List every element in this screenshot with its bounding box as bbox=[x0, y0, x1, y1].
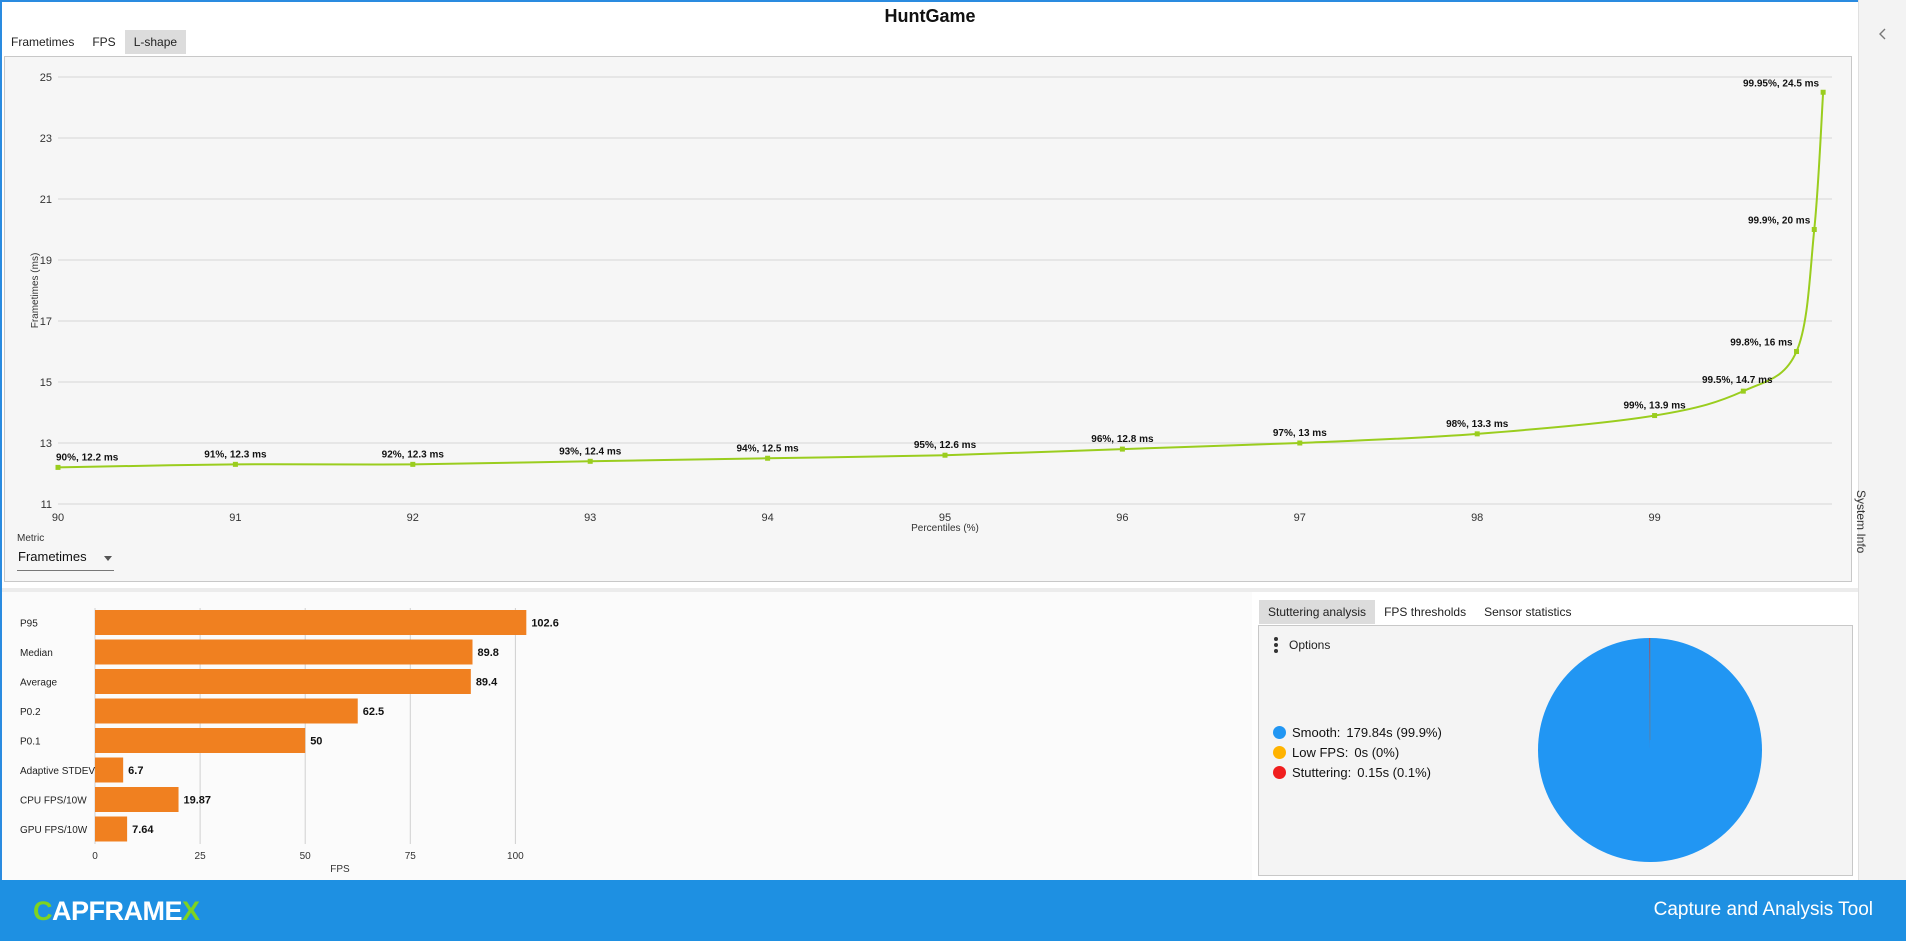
bar-value-label: 89.4 bbox=[476, 677, 498, 689]
legend-value: 0s (0%) bbox=[1354, 744, 1400, 760]
bar-value-label: 6.7 bbox=[128, 765, 143, 777]
bar bbox=[95, 610, 527, 635]
bar-category-label: Median bbox=[20, 648, 53, 659]
options-label: Options bbox=[1289, 638, 1331, 652]
bar bbox=[95, 639, 473, 665]
bar-value-label: 62.5 bbox=[363, 706, 384, 718]
bar-value-label: 50 bbox=[310, 736, 322, 748]
legend-item-low-fps: Low FPS: 0s (0%) bbox=[1273, 742, 1442, 762]
more-vertical-icon bbox=[1271, 636, 1281, 654]
smooth-dot-icon bbox=[1273, 725, 1286, 739]
data-point bbox=[1297, 440, 1303, 446]
low-fps-dot-icon bbox=[1273, 745, 1286, 759]
data-label: 98%, 13.3 ms bbox=[1446, 419, 1509, 430]
x-tick-label: 50 bbox=[300, 851, 312, 862]
options-button[interactable]: Options bbox=[1271, 636, 1330, 654]
legend-item-stuttering: Stuttering: 0.15s (0.1%) bbox=[1273, 762, 1442, 782]
bar-category-label: P0.1 bbox=[20, 737, 41, 748]
data-label: 99.5%, 14.7 ms bbox=[1702, 375, 1773, 386]
capframex-logo: CAPFRAMEX bbox=[33, 896, 200, 926]
bar bbox=[95, 669, 471, 694]
x-tick-label: 100 bbox=[507, 851, 524, 862]
legend-name: Stuttering: bbox=[1292, 764, 1352, 780]
legend-value: 179.84s (99.9%) bbox=[1346, 724, 1442, 740]
x-tick-label: 99 bbox=[1648, 512, 1660, 524]
data-label: 99.95%, 24.5 ms bbox=[1743, 78, 1820, 89]
x-tick-label: 0 bbox=[92, 851, 98, 862]
legend-name: Low FPS: bbox=[1292, 744, 1349, 760]
x-tick-label: 98 bbox=[1471, 512, 1483, 524]
fps-metrics-chart: 0 25 50 75 100 FPS P95 102.6 Median 89.8 Average 89… bbox=[20, 608, 559, 875]
bar bbox=[95, 816, 128, 842]
data-point bbox=[1794, 349, 1800, 354]
data-point bbox=[1811, 227, 1817, 232]
bar-category-label: CPU FPS/10W bbox=[20, 796, 87, 807]
x-tick-label: 75 bbox=[405, 851, 417, 862]
data-label: 97%, 13 ms bbox=[1273, 428, 1327, 439]
data-label: 99.8%, 16 ms bbox=[1730, 338, 1793, 349]
tab-sensor-statistics[interactable]: Sensor statistics bbox=[1475, 600, 1580, 624]
bar-category-label: GPU FPS/10W bbox=[20, 825, 88, 836]
x-axis-title: FPS bbox=[330, 864, 350, 875]
bar bbox=[95, 728, 306, 753]
data-point bbox=[1474, 431, 1480, 437]
bar bbox=[95, 698, 358, 724]
bar-value-label: 7.64 bbox=[132, 824, 154, 836]
footer-tagline: Capture and Analysis Tool bbox=[1653, 899, 1873, 920]
stuttering-dot-icon bbox=[1273, 765, 1286, 779]
data-point bbox=[1820, 89, 1826, 95]
system-info-sidebar bbox=[1858, 0, 1906, 880]
tab-stuttering-analysis[interactable]: Stuttering analysis bbox=[1259, 600, 1376, 624]
legend-item-smooth: Smooth: 179.84s (99.9%) bbox=[1273, 722, 1442, 742]
analysis-tabs: Stuttering analysis FPS thresholds Senso… bbox=[1259, 600, 1580, 624]
bar-category-label: Average bbox=[20, 678, 58, 689]
data-point bbox=[1652, 413, 1658, 419]
x-tick-label: 97 bbox=[1294, 512, 1306, 524]
legend-name: Smooth: bbox=[1292, 724, 1341, 740]
data-label: 99.9%, 20 ms bbox=[1748, 216, 1811, 227]
bar-category-label: Adaptive STDEV bbox=[20, 766, 95, 777]
bar-value-label: 102.6 bbox=[531, 618, 559, 630]
bar-value-label: 19.87 bbox=[184, 795, 212, 807]
tab-fps-thresholds[interactable]: FPS thresholds bbox=[1375, 600, 1475, 624]
system-info-toggle[interactable]: System Info bbox=[1854, 490, 1868, 553]
stutter-legend: Smooth: 179.84s (99.9%) Low FPS: 0s (0%)… bbox=[1273, 722, 1442, 782]
footer-bar: CAPFRAMEX Capture and Analysis Tool bbox=[0, 880, 1906, 941]
bar bbox=[95, 787, 179, 812]
bar bbox=[95, 757, 124, 783]
data-label: 99%, 13.9 ms bbox=[1623, 401, 1686, 412]
bar-value-label: 89.8 bbox=[478, 647, 499, 659]
bar-category-label: P0.2 bbox=[20, 707, 41, 718]
x-tick-label: 25 bbox=[195, 851, 207, 862]
data-point bbox=[1740, 388, 1746, 394]
legend-value: 0.15s (0.1%) bbox=[1357, 764, 1431, 780]
bar-category-label: P95 bbox=[20, 619, 38, 630]
chevron-left-icon[interactable] bbox=[1875, 26, 1891, 42]
stuttering-pie-chart bbox=[1538, 638, 1762, 862]
